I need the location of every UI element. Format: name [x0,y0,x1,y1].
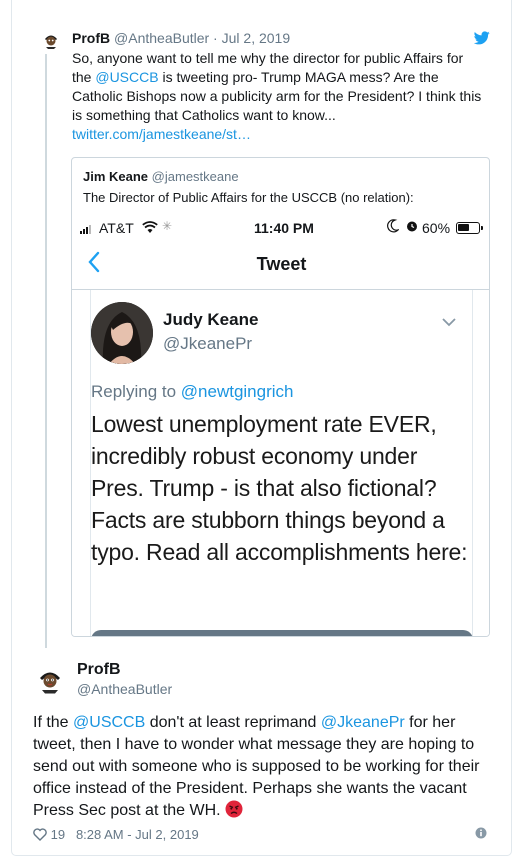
phone-screenshot-image: AT&T ✳ 11:40 PM 60% Tweet Judy Keane @Jk… [72,210,489,636]
quoted-author-name: Jim Keane [83,169,149,184]
wifi-icon [142,221,158,233]
judy-keane-avatar [91,302,153,364]
parent-tweet-header: ProfB @AntheaButler · Jul 2, 2019 [72,30,290,46]
battery-level-fill [458,224,469,231]
chevron-down-icon [442,314,456,330]
text-segment: If the [33,714,74,731]
parent-author-name[interactable]: ProfB [72,30,110,46]
activity-spinner-icon: ✳ [162,219,173,233]
phone-status-bar: AT&T ✳ 11:40 PM 60% [72,218,489,238]
inner-tweet-text: Lowest unemployment rate EVER, incredibl… [91,411,468,565]
quoted-tweet-text: The Director of Public Affairs for the U… [83,190,414,205]
mention-usccb-link[interactable]: @USCCB [95,69,158,85]
replying-prefix: Replying to [91,382,181,401]
main-author-handle[interactable]: @AntheaButler [77,681,172,697]
inner-author-handle: @JkeanePr [163,334,253,353]
parent-author-handle[interactable]: @AntheaButler [114,30,209,46]
replying-to-line: Replying to @newtgingrich [91,382,293,402]
like-count[interactable]: 19 [51,827,65,842]
inner-author-name: Judy Keane [163,310,259,329]
info-icon[interactable] [475,827,487,839]
tweet-footer: 19 8:28 AM - Jul 2, 2019 [33,827,199,844]
quoted-tweet[interactable]: Jim Keane @jamestkeane The Director of P… [71,157,490,637]
carrier-label: AT&T [99,220,134,236]
phone-nav-bar: Tweet [72,246,489,290]
quoted-tweet-header: Jim Keane @jamestkeane [83,169,239,184]
inner-tweet: Judy Keane @JkeanePr Replying to @newtgi… [90,290,473,636]
parent-tweet-text: So, anyone want to tell me why the direc… [72,49,482,144]
header-separator: · [209,30,222,46]
quoted-tweet-url-link[interactable]: twitter.com/jamestkeane/st… [72,126,251,142]
phone-nav-title: Tweet [256,254,307,274]
angry-face-emoji-icon [225,800,243,818]
profb-avatar-small[interactable] [42,32,60,50]
parent-tweet-date[interactable]: Jul 2, 2019 [222,30,291,46]
profb-avatar[interactable] [37,668,63,694]
mention-usccb-link[interactable]: @USCCB [73,714,145,731]
tweet-timestamp[interactable]: 8:28 AM - Jul 2, 2019 [76,827,199,842]
text-segment: don't at least reprimand [145,714,321,731]
signal-bars-icon [80,225,91,234]
main-tweet-text: If the @USCCB don't at least reprimand @… [33,712,493,822]
moon-icon [387,219,399,233]
replying-to-handle: @newtgingrich [180,382,294,401]
heart-like-icon[interactable] [33,828,47,844]
battery-percent: 60% [422,220,451,236]
link-card-preview [91,630,473,636]
alarm-clock-icon [407,221,417,232]
battery-icon [456,222,483,234]
mention-jkeanepr-link[interactable]: @JkeanePr [321,714,405,731]
quoted-author-handle: @jamestkeane [151,169,239,184]
thread-connector-line [45,54,47,648]
status-time: 11:40 PM [254,220,314,236]
twitter-bird-icon[interactable] [474,31,490,45]
main-author-name[interactable]: ProfB [77,661,121,679]
